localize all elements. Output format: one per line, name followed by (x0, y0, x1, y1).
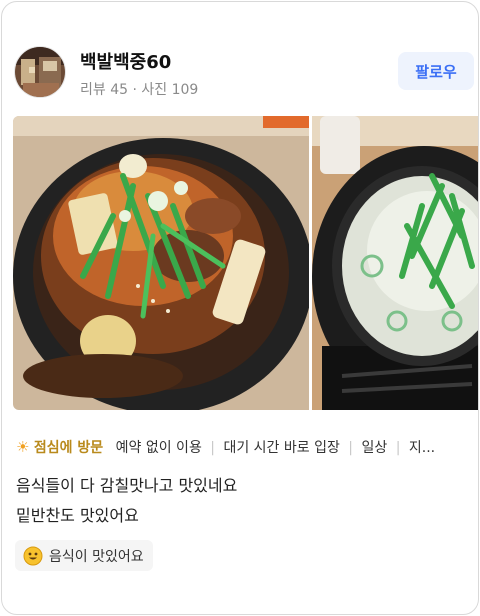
tag-divider: | (210, 440, 215, 456)
review-text[interactable]: 음식들이 다 감칠맛나고 맛있네요 밑반찬도 맛있어요 (16, 471, 468, 531)
tag-item: 지... (408, 440, 436, 456)
review-photo-1[interactable] (13, 116, 309, 410)
tag-divider: | (348, 440, 354, 456)
tag-item: 대기 시간 바로 입장 (223, 440, 340, 456)
keyword-chip: 음식이 맛있어요 (15, 540, 153, 571)
user-avatar[interactable] (14, 46, 66, 98)
photo-gallery[interactable] (13, 116, 478, 410)
soup-photo-image (312, 116, 478, 410)
review-card: 백발백중60 리뷰 45 · 사진 109 팔로우 ☀ 점심에 방문 예약 없이… (1, 1, 479, 615)
review-header: 백발백중60 리뷰 45 · 사진 109 팔로우 (14, 46, 474, 100)
review-photo-2[interactable] (312, 116, 478, 410)
keyword-chip-label: 음식이 맛있어요 (49, 548, 144, 565)
tag-item: 일상 (361, 440, 388, 456)
follow-button[interactable]: 팔로우 (398, 52, 474, 90)
stew-photo-image (13, 116, 309, 410)
avatar-image (15, 47, 65, 97)
sun-icon: ☀ (16, 438, 30, 456)
review-line: 음식들이 다 감칠맛나고 맛있네요 (16, 476, 238, 495)
review-line: 밑반찬도 맛있어요 (16, 506, 139, 525)
visit-time-tag: 점심에 방문 (33, 440, 104, 456)
smile-emoji-icon (23, 546, 43, 565)
user-stats: 리뷰 45 · 사진 109 (80, 82, 199, 98)
visit-tags: ☀ 점심에 방문 예약 없이 이용 | 대기 시간 바로 입장 | 일상 | 지… (16, 436, 478, 458)
tag-divider: | (395, 440, 401, 456)
user-name[interactable]: 백발백중60 (80, 48, 171, 74)
tag-item: 예약 없이 이용 (115, 440, 202, 456)
